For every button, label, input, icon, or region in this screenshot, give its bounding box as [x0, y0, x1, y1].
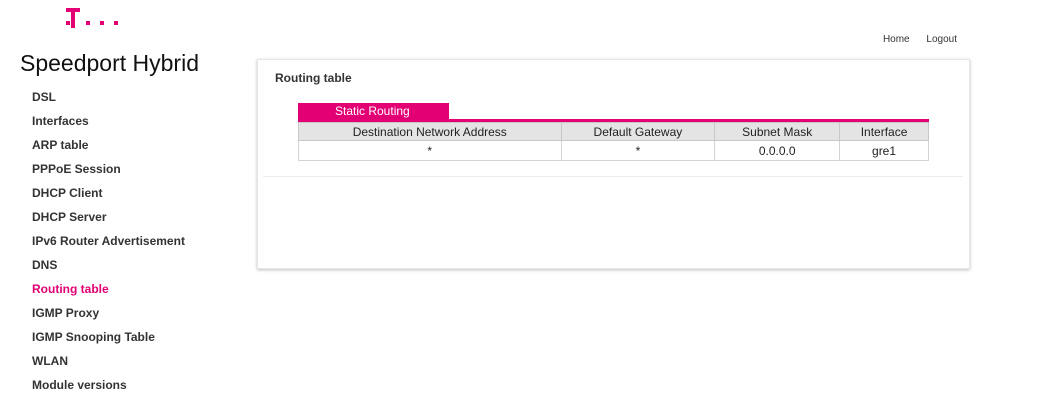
table-cell: 0.0.0.0 — [714, 140, 841, 161]
tab-static-routing[interactable]: Static Routing — [298, 103, 449, 119]
table-cell: * — [560, 140, 716, 161]
sidebar-item-dhcp-client[interactable]: DHCP Client — [32, 184, 185, 208]
telekom-logo-icon — [66, 8, 118, 28]
sidebar-item-dhcp-server[interactable]: DHCP Server — [32, 208, 185, 232]
table-header-row: Destination Network Address Default Gate… — [298, 122, 929, 141]
sidebar-item-interfaces[interactable]: Interfaces — [32, 112, 185, 136]
page-title: Routing table — [275, 71, 352, 85]
sidebar-item-ipv6-router-advertisement[interactable]: IPv6 Router Advertisement — [32, 232, 185, 256]
sidebar-item-wlan[interactable]: WLAN — [32, 352, 185, 376]
column-header: Subnet Mask — [714, 122, 841, 141]
sidebar-item-pppoe-session[interactable]: PPPoE Session — [32, 160, 185, 184]
column-header: Interface — [839, 122, 929, 141]
column-header: Default Gateway — [560, 122, 716, 141]
sidebar-nav: DSL Interfaces ARP table PPPoE Session D… — [32, 88, 185, 400]
table-cell: * — [298, 140, 562, 161]
sidebar-item-arp-table[interactable]: ARP table — [32, 136, 185, 160]
table-row: * * 0.0.0.0 gre1 — [298, 140, 929, 161]
logout-link[interactable]: Logout — [926, 34, 957, 45]
column-header: Destination Network Address — [298, 122, 562, 141]
top-nav: Home Logout — [869, 34, 957, 45]
routing-table: Destination Network Address Default Gate… — [298, 122, 929, 161]
sidebar-item-dns[interactable]: DNS — [32, 256, 185, 280]
home-link[interactable]: Home — [883, 34, 910, 45]
table-cell: gre1 — [839, 140, 929, 161]
sidebar-item-module-versions[interactable]: Module versions — [32, 376, 185, 400]
sidebar-item-igmp-snooping-table[interactable]: IGMP Snooping Table — [32, 328, 185, 352]
product-title: Speedport Hybrid — [20, 50, 199, 76]
divider — [263, 176, 963, 177]
sidebar-item-dsl[interactable]: DSL — [32, 88, 185, 112]
sidebar-item-routing-table[interactable]: Routing table — [32, 280, 185, 304]
sidebar-item-igmp-proxy[interactable]: IGMP Proxy — [32, 304, 185, 328]
content-panel: Routing table Static Routing Destination… — [257, 59, 970, 269]
